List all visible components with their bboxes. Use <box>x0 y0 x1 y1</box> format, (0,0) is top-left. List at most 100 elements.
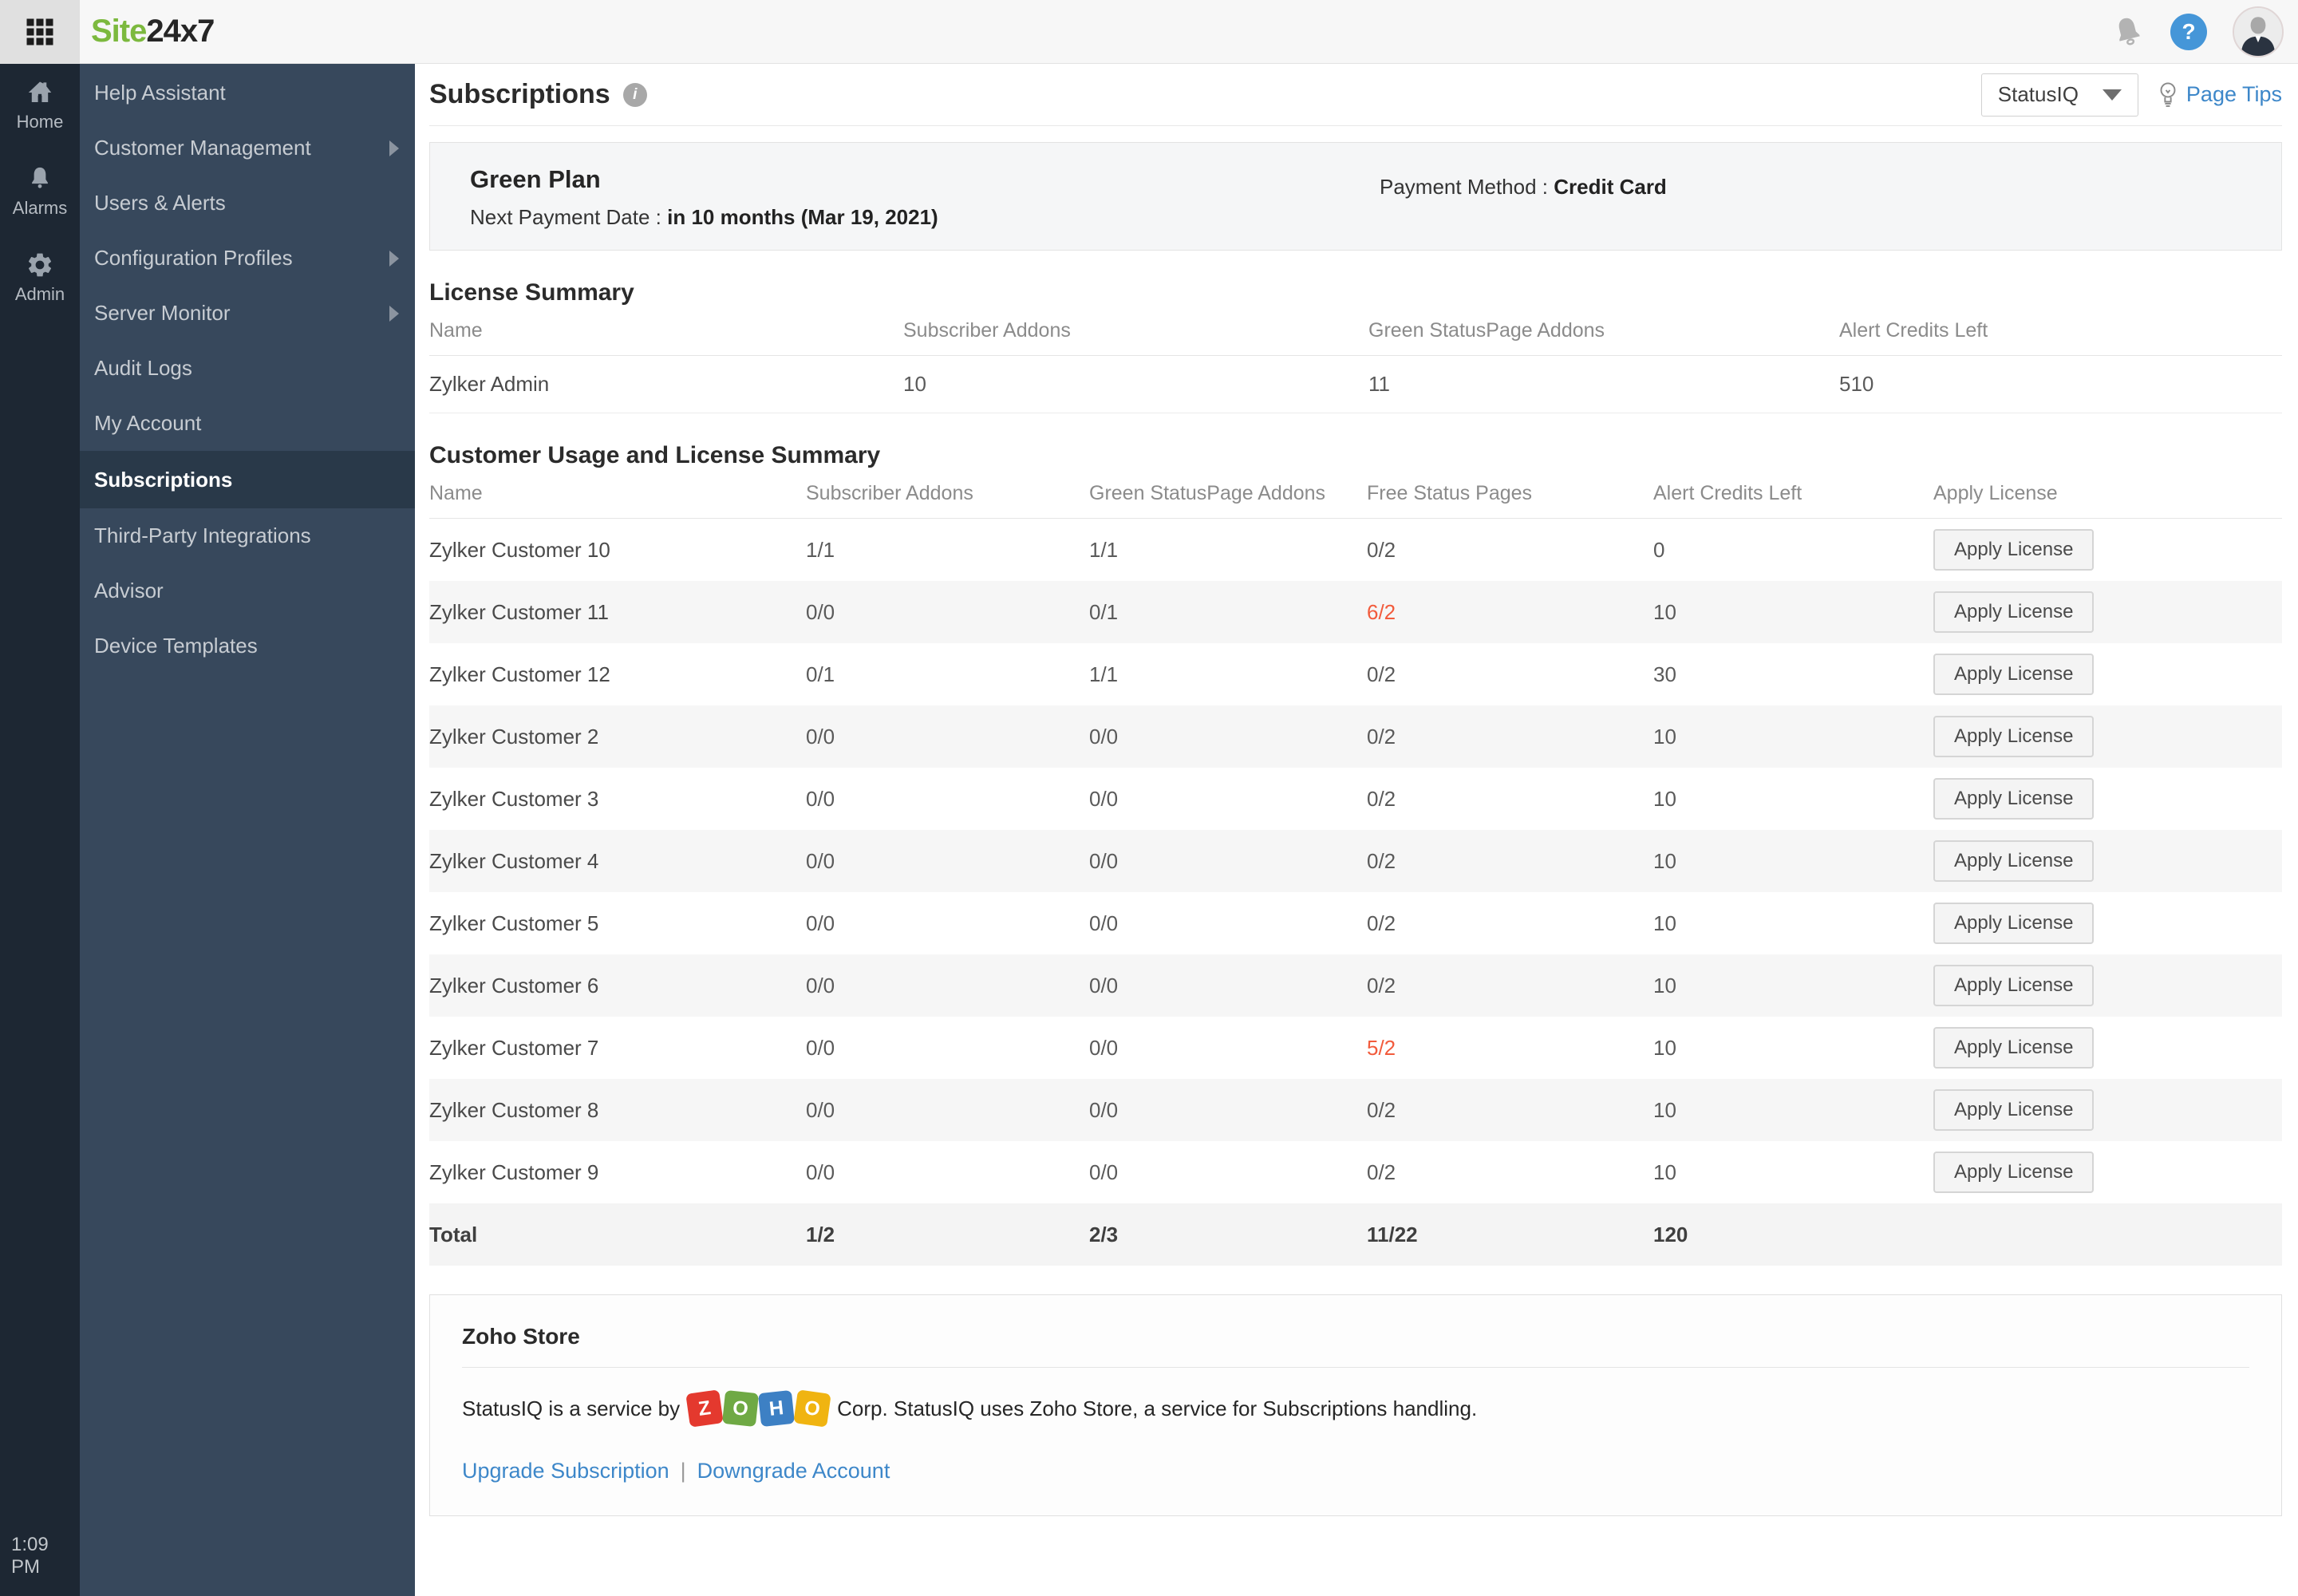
cell-green-statuspage-addons: 0/0 <box>1089 724 1119 749</box>
cell-free-status-pages: 5/2 <box>1367 1035 1396 1060</box>
info-icon[interactable]: i <box>622 82 647 107</box>
cell-name: Zylker Customer 3 <box>429 786 599 811</box>
column-header: Green StatusPage Addons <box>1368 319 1605 342</box>
rail-item-alarms[interactable]: Alarms <box>0 163 80 220</box>
cell-free-status-pages: 0/2 <box>1367 911 1396 935</box>
divider <box>462 1367 2249 1368</box>
cell-alert-credits-left: 10 <box>1653 599 1676 624</box>
help-icon[interactable]: ? <box>2170 13 2207 50</box>
rail-item-admin[interactable]: Admin <box>0 249 80 306</box>
apply-license-button[interactable]: Apply License <box>1933 965 2095 1006</box>
sidebar-item-configuration-profiles[interactable]: Configuration Profiles <box>80 231 415 286</box>
sidebar-item-label: Server Monitor <box>94 301 231 325</box>
cell-free-status-pages: 0/2 <box>1367 537 1396 562</box>
user-avatar[interactable] <box>2233 6 2284 57</box>
cell-green-statuspage-addons: 0/0 <box>1089 973 1119 998</box>
cell-name: Zylker Customer 11 <box>429 599 609 624</box>
sidebar-item-users-alerts[interactable]: Users & Alerts <box>80 176 415 231</box>
app-launcher-button[interactable] <box>0 0 80 64</box>
upgrade-subscription-link[interactable]: Upgrade Subscription <box>462 1459 669 1483</box>
apply-license-button[interactable]: Apply License <box>1933 1027 2095 1069</box>
link-separator: | <box>680 1459 686 1483</box>
sidebar-item-help-assistant[interactable]: Help Assistant <box>80 65 415 120</box>
apply-license-button[interactable]: Apply License <box>1933 716 2095 757</box>
sidebar-item-label: Device Templates <box>94 634 258 658</box>
chevron-right-icon <box>389 305 399 322</box>
cell-free-status-pages: 0/2 <box>1367 1097 1396 1122</box>
cell-subscriber-addons: 0/1 <box>806 662 835 686</box>
sidebar: Help Assistant Customer Management Users… <box>80 64 415 1596</box>
customer-table-body: Zylker Customer 10 1/1 1/1 0/2 0 Apply L… <box>429 519 2282 1203</box>
sidebar-item-audit-logs[interactable]: Audit Logs <box>80 341 415 396</box>
notifications-bell-icon[interactable] <box>2108 11 2149 52</box>
next-payment-line: Next Payment Date : in 10 months (Mar 19… <box>470 203 2281 231</box>
license-summary-header: Name Subscriber Addons Green StatusPage … <box>429 306 2282 356</box>
rail-item-home[interactable]: Home <box>0 77 80 134</box>
table-row: Zylker Customer 11 0/0 0/1 6/2 10 Apply … <box>429 581 2282 643</box>
apply-license-button[interactable]: Apply License <box>1933 840 2095 882</box>
bulb-icon <box>2156 81 2180 109</box>
statusiq-dropdown[interactable]: StatusIQ <box>1980 73 2138 117</box>
sidebar-item-my-account[interactable]: My Account <box>80 396 415 451</box>
table-row: Zylker Customer 7 0/0 0/0 5/2 10 Apply L… <box>429 1017 2282 1079</box>
topbar-right: ? <box>2111 6 2298 57</box>
rail-label-alarms: Alarms <box>12 198 68 218</box>
cell-name: Zylker Customer 9 <box>429 1159 599 1184</box>
plan-summary-box: Green Plan Next Payment Date : in 10 mon… <box>429 142 2282 251</box>
zoho-store-title: Zoho Store <box>462 1324 580 1349</box>
page-header: Subscriptions i StatusIQ Page Tips <box>429 64 2282 126</box>
sidebar-item-customer-management[interactable]: Customer Management <box>80 120 415 176</box>
chevron-down-icon <box>2102 89 2122 101</box>
clock-time: 1:09 PM <box>11 1534 49 1578</box>
zoho-text-after: Corp. StatusIQ uses Zoho Store, a servic… <box>837 1396 1478 1420</box>
sidebar-item-server-monitor[interactable]: Server Monitor <box>80 286 415 341</box>
sidebar-item-label: Third-Party Integrations <box>94 523 311 547</box>
cell-alert-credits-left: 10 <box>1653 848 1676 873</box>
zoho-store-text: StatusIQ is a service by Z O H O Corp. S… <box>462 1389 2249 1428</box>
chevron-right-icon <box>389 250 399 267</box>
zoho-logo-tile: O <box>793 1389 831 1428</box>
zoho-text-before: StatusIQ is a service by <box>462 1396 681 1420</box>
zoho-logo-tile: Z <box>685 1389 724 1428</box>
table-row: Zylker Customer 5 0/0 0/0 0/2 10 Apply L… <box>429 892 2282 954</box>
table-row: Zylker Customer 12 0/1 1/1 0/2 30 Apply … <box>429 643 2282 705</box>
cell-alert-credits-left: 10 <box>1653 1159 1676 1184</box>
cell-name: Zylker Customer 4 <box>429 848 599 873</box>
cell-alert-credits-left: 30 <box>1653 662 1676 686</box>
zoho-logo-tile: H <box>758 1389 796 1428</box>
column-header: Alert Credits Left <box>1653 482 1802 504</box>
dropdown-value: StatusIQ <box>1997 82 2079 106</box>
sidebar-item-advisor[interactable]: Advisor <box>80 563 415 618</box>
site24x7-logo[interactable]: Site 24x7 <box>91 14 215 49</box>
cell-alert-credits-left: 0 <box>1653 537 1665 562</box>
apply-license-button[interactable]: Apply License <box>1933 903 2095 944</box>
sidebar-item-label: Advisor <box>94 579 164 602</box>
sidebar-item-label: Audit Logs <box>94 356 192 380</box>
cell-green-statuspage-addons: 0/0 <box>1089 1097 1119 1122</box>
page-title: Subscriptions <box>429 79 610 109</box>
sidebar-item-label: Subscriptions <box>94 467 233 492</box>
page-tips-link[interactable]: Page Tips <box>2156 81 2282 109</box>
cell-green-statuspage-addons: 0/0 <box>1089 1035 1119 1060</box>
apply-license-button[interactable]: Apply License <box>1933 591 2095 633</box>
cell-green-statuspage-addons: 0/0 <box>1089 848 1119 873</box>
table-row: Zylker Customer 4 0/0 0/0 0/2 10 Apply L… <box>429 830 2282 892</box>
total-free-status-pages: 11/22 <box>1367 1222 1418 1246</box>
apply-license-button[interactable]: Apply License <box>1933 1089 2095 1131</box>
cell-green-statuspage-addons: 0/0 <box>1089 1159 1119 1184</box>
sidebar-item-label: My Account <box>94 411 202 435</box>
sidebar-item-third-party-integrations[interactable]: Third-Party Integrations <box>80 508 415 563</box>
apply-license-button[interactable]: Apply License <box>1933 654 2095 695</box>
sidebar-item-subscriptions[interactable]: Subscriptions <box>80 451 415 508</box>
column-header: Green StatusPage Addons <box>1089 482 1326 504</box>
downgrade-account-link[interactable]: Downgrade Account <box>697 1459 890 1483</box>
license-summary-title: License Summary <box>429 279 634 306</box>
column-header: Apply License <box>1933 482 2058 504</box>
sidebar-item-device-templates[interactable]: Device Templates <box>80 618 415 674</box>
topbar: Site 24x7 ? <box>0 0 2298 64</box>
cell-green-statuspage-addons: 11 <box>1368 372 1390 396</box>
apply-license-button[interactable]: Apply License <box>1933 529 2095 571</box>
apply-license-button[interactable]: Apply License <box>1933 778 2095 820</box>
apply-license-button[interactable]: Apply License <box>1933 1152 2095 1193</box>
cell-green-statuspage-addons: 1/1 <box>1089 537 1119 562</box>
